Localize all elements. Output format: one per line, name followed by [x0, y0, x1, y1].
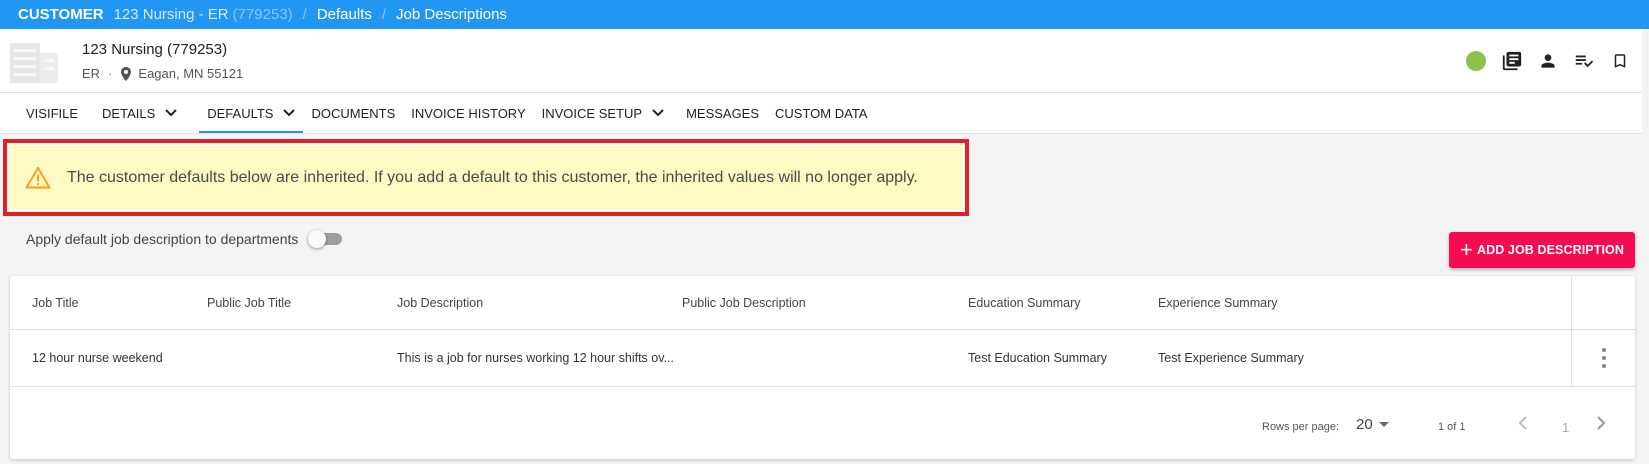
tab-label: DEFAULTS: [207, 105, 274, 121]
toggle-label: Apply default job description to departm…: [26, 231, 299, 247]
breadcrumb-separator: /: [302, 6, 307, 23]
actions-column: [1571, 276, 1635, 387]
toggle-knob: [308, 230, 327, 248]
tab-label: VISIFILE: [26, 105, 79, 121]
column-header-education-summary[interactable]: Education Summary: [968, 276, 1081, 329]
library-icon[interactable]: [1494, 47, 1530, 75]
table-row[interactable]: 12 hour nurse weekend This is a job for …: [10, 330, 1635, 387]
tab-label: DOCUMENTS: [311, 105, 396, 121]
cell-job-title: 12 hour nurse weekend: [32, 351, 163, 365]
person-icon[interactable]: [1530, 47, 1566, 75]
chevron-down-icon: [652, 109, 664, 117]
department-label: ER: [82, 66, 101, 81]
tab-messages[interactable]: MESSAGES: [678, 93, 767, 133]
bookmark-icon[interactable]: [1602, 47, 1638, 75]
cell-job-description: This is a job for nurses working 12 hour…: [397, 351, 674, 365]
add-job-description-button[interactable]: + ADD JOB DESCRIPTION: [1449, 232, 1635, 268]
customer-name: 123 Nursing (779253): [82, 41, 228, 58]
tab-custom-data[interactable]: CUSTOM DATA: [767, 93, 875, 133]
status-dot-icon: [1466, 51, 1486, 71]
column-header-public-job-description[interactable]: Public Job Description: [682, 276, 806, 329]
header-actions: [1458, 47, 1638, 75]
status-indicator: [1458, 47, 1494, 75]
chevron-right-icon[interactable]: [1596, 415, 1606, 434]
pagination: Rows per page: 20 1 of 1 1: [10, 387, 1635, 459]
customer-header: 123 Nursing (779253) ER · Eagan, MN 5512…: [0, 29, 1642, 93]
warning-icon: [25, 166, 51, 189]
breadcrumb-separator: /: [381, 6, 387, 23]
chevron-down-icon: [165, 109, 177, 117]
rows-per-page-value: 20: [1356, 416, 1373, 433]
inherited-defaults-alert: The customer defaults below are inherite…: [9, 145, 963, 210]
rows-per-page-label: Rows per page:: [1262, 421, 1340, 433]
column-header-job-title[interactable]: Job Title: [32, 276, 79, 329]
breadcrumb-customer-id: (779253): [232, 6, 293, 23]
tab-label: CUSTOM DATA: [775, 105, 868, 121]
breadcrumb-root[interactable]: CUSTOMER: [18, 6, 104, 23]
tab-bar: VISIFILE DETAILS DEFAULTS DOCUMENTS INVO…: [0, 93, 1642, 134]
tab-defaults[interactable]: DEFAULTS: [199, 93, 304, 133]
breadcrumb: CUSTOMER 123 Nursing - ER (779253) / Def…: [0, 0, 1649, 29]
breadcrumb-job-descriptions: Job Descriptions: [396, 6, 507, 23]
building-icon: [10, 43, 58, 83]
job-descriptions-table: Job Title Public Job Title Job Descripti…: [10, 276, 1635, 459]
customer-location: Eagan, MN 55121: [138, 66, 244, 81]
customer-subtitle: ER · Eagan, MN 55121: [82, 66, 243, 81]
tab-documents[interactable]: DOCUMENTS: [303, 93, 403, 133]
column-header-job-description[interactable]: Job Description: [397, 276, 483, 329]
cell-education-summary: Test Education Summary: [968, 351, 1107, 365]
tab-invoice-setup[interactable]: INVOICE SETUP: [534, 93, 672, 133]
column-header-experience-summary[interactable]: Experience Summary: [1158, 276, 1278, 329]
current-page: 1: [1562, 420, 1570, 435]
breadcrumb-customer[interactable]: 123 Nursing - ER: [114, 6, 229, 23]
page-range: 1 of 1: [1438, 421, 1466, 433]
chevron-down-icon: [283, 109, 296, 117]
tab-label: MESSAGES: [686, 105, 760, 121]
apply-default-toggle[interactable]: [308, 230, 344, 248]
rows-per-page-select[interactable]: 20: [1356, 416, 1389, 433]
add-button-label: ADD JOB DESCRIPTION: [1476, 243, 1624, 257]
checklist-icon[interactable]: [1566, 47, 1602, 75]
column-header-public-job-title[interactable]: Public Job Title: [207, 276, 291, 329]
separator-dot: ·: [108, 66, 113, 81]
caret-down-icon: [1378, 421, 1389, 428]
plus-icon: +: [1459, 237, 1473, 262]
table-header: Job Title Public Job Title Job Descripti…: [10, 276, 1635, 330]
location-pin-icon: [120, 66, 132, 81]
tab-label: INVOICE HISTORY: [411, 105, 526, 121]
tab-label: DETAILS: [102, 105, 156, 121]
alert-message: The customer defaults below are inherite…: [67, 168, 918, 186]
tab-invoice-history[interactable]: INVOICE HISTORY: [403, 93, 533, 133]
tab-label: INVOICE SETUP: [541, 105, 643, 121]
breadcrumb-defaults[interactable]: Defaults: [317, 6, 372, 23]
cell-experience-summary: Test Experience Summary: [1158, 351, 1304, 365]
tab-visifile[interactable]: VISIFILE: [18, 93, 86, 133]
apply-default-toggle-row: Apply default job description to departm…: [26, 230, 344, 248]
row-menu-icon[interactable]: [1601, 348, 1607, 368]
tab-details[interactable]: DETAILS: [94, 93, 185, 133]
chevron-left-icon[interactable]: [1518, 415, 1528, 434]
